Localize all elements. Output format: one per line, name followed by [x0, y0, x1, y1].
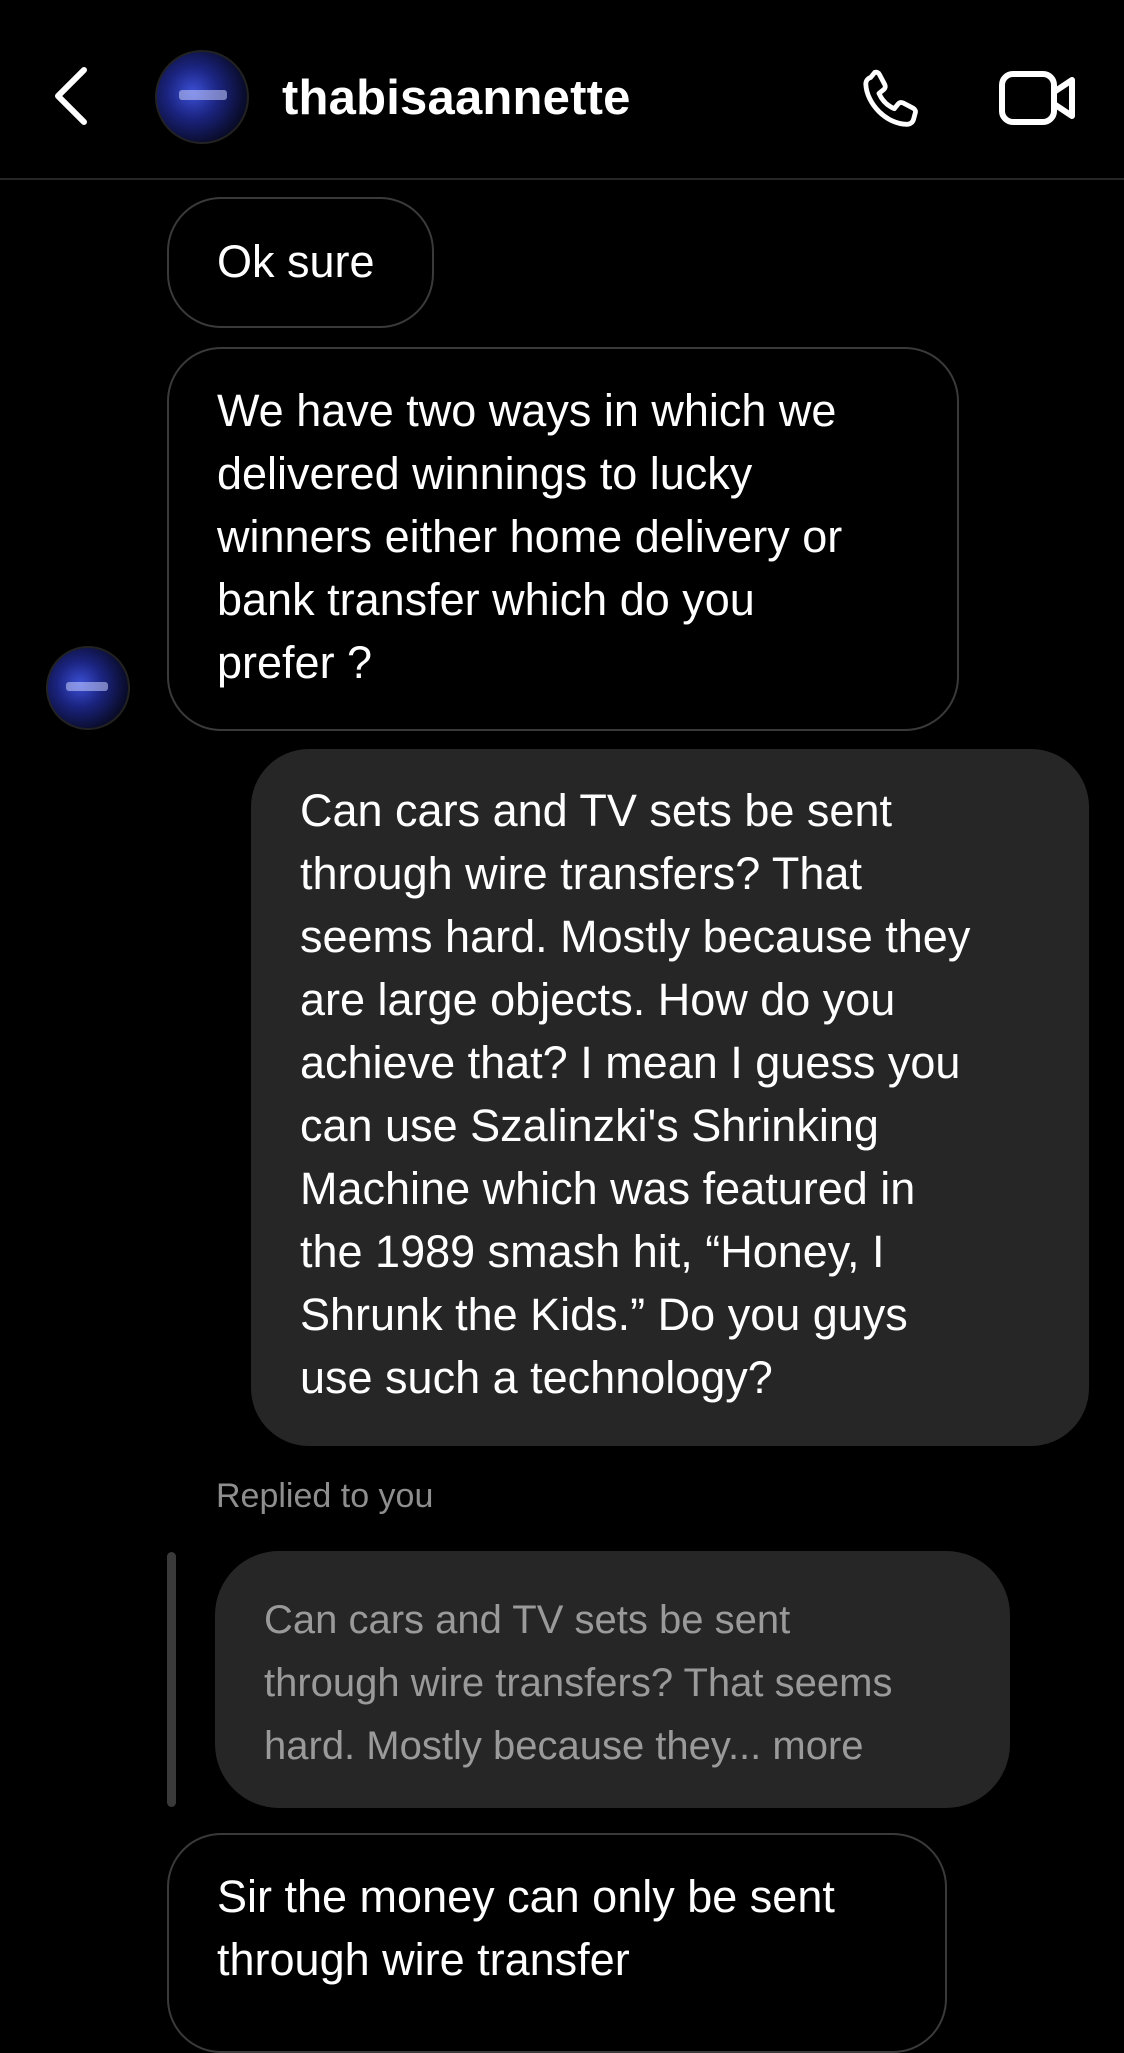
sender-avatar[interactable] [46, 646, 130, 730]
message-text-line: winners either home delivery or [217, 511, 843, 562]
message-text-line: use such a technology? [300, 1352, 773, 1403]
message-bubble-incoming[interactable]: We have two ways in which we delivered w… [167, 347, 959, 731]
back-button[interactable] [48, 64, 96, 128]
message-bubble-incoming[interactable]: Sir the money can only be sent through w… [167, 1833, 947, 2053]
message-text-line: can use Szalinzki's Shrinking [300, 1100, 879, 1151]
video-camera-icon [999, 71, 1075, 125]
message-text-line: seems hard. Mostly because they [300, 911, 971, 962]
phone-icon [863, 69, 918, 127]
message-text-line: are large objects. How do you [300, 974, 896, 1025]
replied-to-you-label: Replied to you [216, 1477, 434, 1515]
message-text-line: Can cars and TV sets be sent [300, 785, 892, 836]
quoted-text-line: hard. Mostly because they... more [264, 1724, 864, 1768]
message-text-line: Machine which was featured in [300, 1163, 916, 1214]
message-text-line: delivered winnings to lucky [217, 448, 753, 499]
message-bubble-incoming[interactable]: Ok sure [167, 197, 434, 328]
contact-username[interactable]: thabisaannette [282, 70, 631, 126]
voice-call-button[interactable] [855, 64, 927, 136]
message-text: Ok sure [217, 236, 375, 287]
message-bubble-outgoing[interactable]: Can cars and TV sets be sent through wir… [251, 749, 1089, 1446]
quoted-text-line: through wire transfers? That seems [264, 1661, 893, 1705]
message-text-line: bank transfer which do you [217, 574, 755, 625]
chat-header: thabisaannette [0, 0, 1124, 180]
message-text-line: Shrunk the Kids.” Do you guys [300, 1289, 908, 1340]
message-text-line: through wire transfer [217, 1934, 630, 1985]
quoted-reply-bubble[interactable]: Can cars and TV sets be sent through wir… [215, 1551, 1010, 1808]
message-text-line: achieve that? I mean I guess you [300, 1037, 961, 1088]
chevron-left-icon [55, 67, 87, 125]
message-text-line: Sir the money can only be sent [217, 1871, 835, 1922]
reply-quote-bar [167, 1552, 176, 1807]
message-text-line: prefer ? [217, 637, 373, 688]
message-text-line: through wire transfers? That [300, 848, 862, 899]
video-call-button[interactable] [998, 66, 1078, 130]
message-text-line: the 1989 smash hit, “Honey, I [300, 1226, 885, 1277]
message-text-line: We have two ways in which we [217, 385, 837, 436]
quoted-text-line: Can cars and TV sets be sent [264, 1598, 791, 1642]
contact-avatar[interactable] [155, 50, 249, 144]
